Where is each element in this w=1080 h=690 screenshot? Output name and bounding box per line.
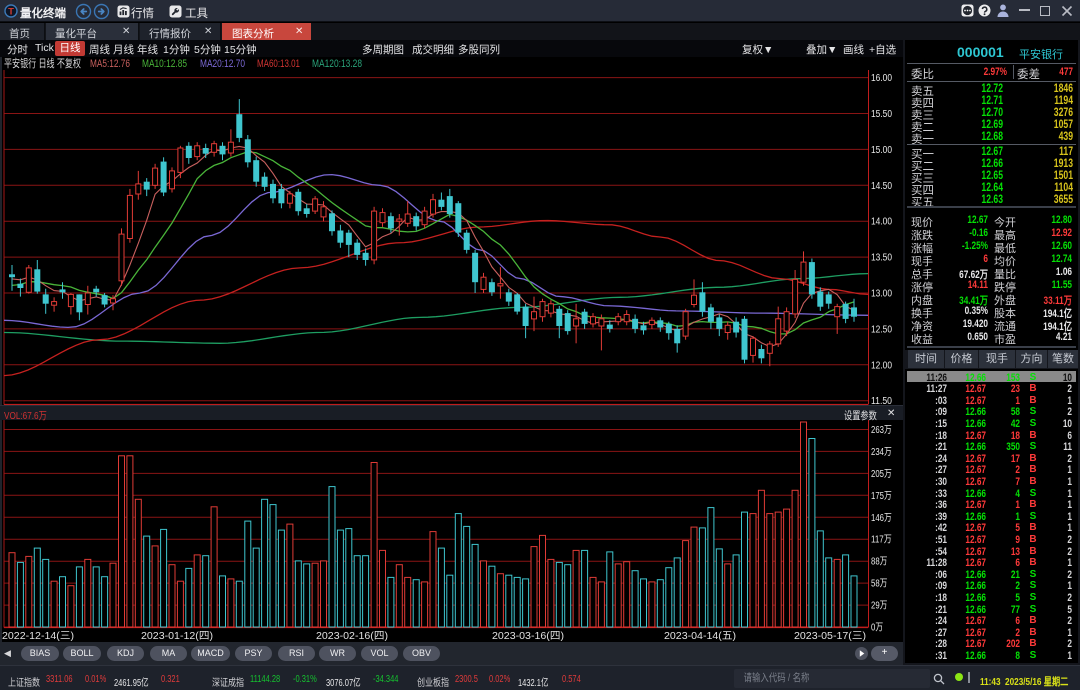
svg-text:16.00: 16.00 xyxy=(871,73,892,84)
svg-text:263万: 263万 xyxy=(871,425,892,436)
svg-text:15.50: 15.50 xyxy=(871,109,892,120)
svg-text:12.50: 12.50 xyxy=(871,324,892,335)
svg-text:2022-12-14(三): 2022-12-14(三) xyxy=(2,631,74,642)
svg-text:0万: 0万 xyxy=(871,623,883,634)
svg-text:58万: 58万 xyxy=(871,579,887,590)
svg-text:MA5:12.76: MA5:12.76 xyxy=(90,58,130,70)
svg-text:2023-05-17(三): 2023-05-17(三) xyxy=(794,631,866,642)
svg-text:117万: 117万 xyxy=(871,535,892,546)
svg-text:MA10:12.85: MA10:12.85 xyxy=(142,58,187,70)
svg-text:234万: 234万 xyxy=(871,447,892,458)
svg-text:12.00: 12.00 xyxy=(871,360,892,371)
svg-text:2023-01-12(四): 2023-01-12(四) xyxy=(141,631,213,642)
svg-text:146万: 146万 xyxy=(871,513,892,524)
svg-text:平安银行 日线 不复权: 平安银行 日线 不复权 xyxy=(4,57,81,70)
svg-text:88万: 88万 xyxy=(871,557,887,568)
svg-text:13.50: 13.50 xyxy=(871,253,892,264)
svg-text:MA20:12.70: MA20:12.70 xyxy=(200,58,245,70)
svg-text:14.00: 14.00 xyxy=(871,217,892,228)
svg-text:14.50: 14.50 xyxy=(871,181,892,192)
svg-text:29万: 29万 xyxy=(871,601,887,612)
svg-text:205万: 205万 xyxy=(871,469,892,480)
svg-text:MA120:13.28: MA120:13.28 xyxy=(312,58,362,70)
svg-text:2023-03-16(四): 2023-03-16(四) xyxy=(492,631,564,642)
svg-text:13.00: 13.00 xyxy=(871,289,892,300)
svg-text:2023-02-16(四): 2023-02-16(四) xyxy=(316,631,388,642)
svg-text:175万: 175万 xyxy=(871,491,892,502)
svg-text:MA60:13.01: MA60:13.01 xyxy=(257,58,300,70)
svg-text:15.00: 15.00 xyxy=(871,145,892,156)
svg-text:2023-04-14(五): 2023-04-14(五) xyxy=(664,631,736,642)
svg-text:T: T xyxy=(8,7,14,18)
